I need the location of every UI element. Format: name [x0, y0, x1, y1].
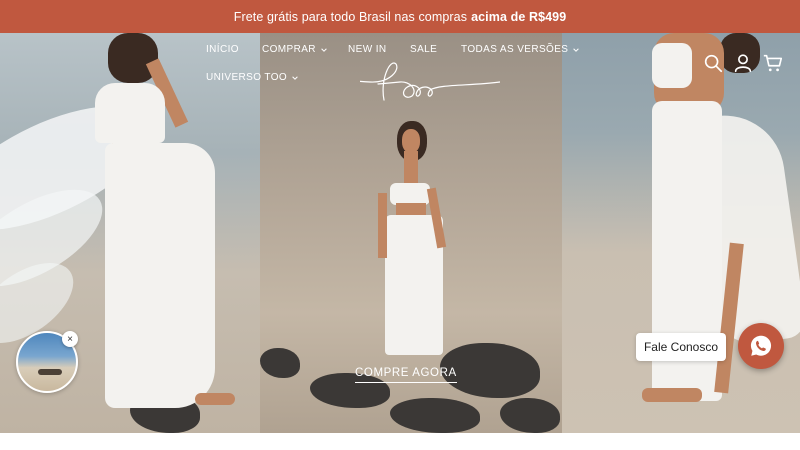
chevron-down-icon — [321, 47, 327, 52]
nav-item-inicio[interactable]: INÍCIO — [206, 44, 239, 55]
whatsapp-chat-button[interactable] — [738, 323, 784, 369]
nav-item-universo-too[interactable]: UNIVERSO TOO — [206, 72, 299, 83]
close-icon[interactable]: × — [62, 331, 78, 347]
nav-item-sale[interactable]: SALE — [410, 44, 437, 55]
user-icon[interactable] — [732, 52, 754, 74]
brand-logo[interactable]: too — [360, 60, 500, 110]
page-content-below-fold — [0, 433, 800, 450]
nav-item-label: COMPRAR — [262, 44, 316, 55]
search-icon[interactable] — [702, 52, 724, 74]
shop-now-link[interactable]: COMPRE AGORA — [355, 367, 457, 383]
nav-item-new-in[interactable]: NEW IN — [348, 44, 387, 55]
chevron-down-icon — [292, 75, 298, 80]
chevron-down-icon — [573, 47, 580, 52]
promo-thumbnail-figure — [38, 369, 62, 375]
hero-image-right — [562, 33, 800, 433]
announcement-highlight: acima de R$499 — [471, 9, 567, 24]
nav-item-todas-as-versoes[interactable]: TODAS AS VERSÕES — [461, 44, 580, 55]
nav-item-label: NEW IN — [348, 44, 387, 55]
nav-item-comprar[interactable]: COMPRAR — [262, 44, 328, 55]
chat-label[interactable]: Fale Conosco — [636, 333, 726, 361]
announcement-text: Frete grátis para todo Brasil nas compra… — [233, 9, 468, 24]
nav-item-label: INÍCIO — [206, 44, 239, 55]
whatsapp-icon — [750, 335, 772, 356]
nav-item-label: TODAS AS VERSÕES — [461, 44, 569, 55]
nav-item-label: UNIVERSO TOO — [206, 72, 288, 83]
cart-icon[interactable] — [762, 52, 784, 74]
logo-text: too — [360, 60, 362, 61]
announcement-bar: Frete grátis para todo Brasil nas compra… — [0, 0, 800, 33]
nav-item-label: SALE — [410, 44, 438, 55]
